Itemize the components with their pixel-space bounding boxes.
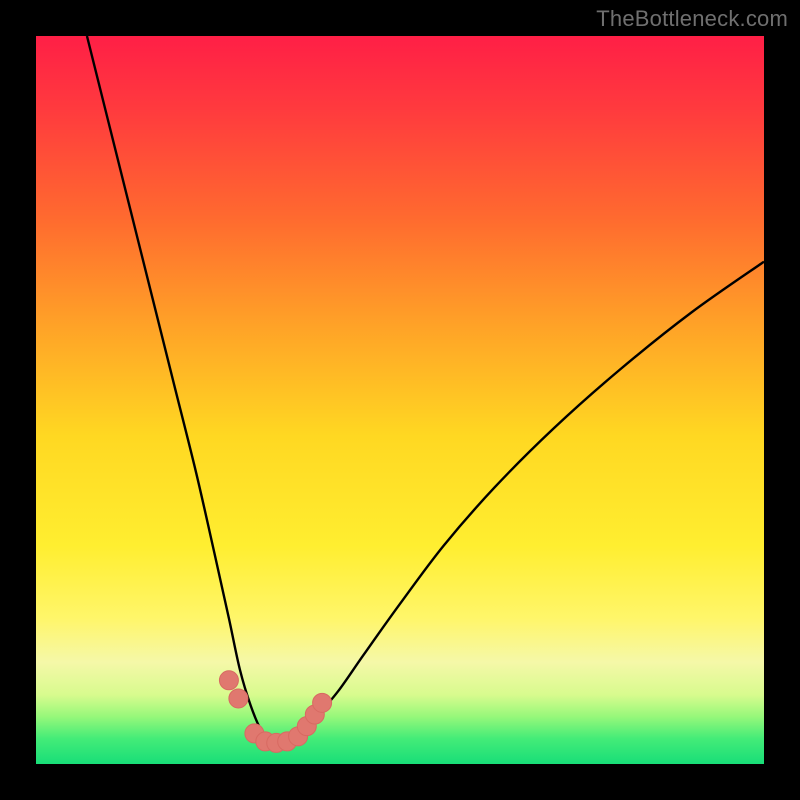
outer-frame: TheBottleneck.com [0, 0, 800, 800]
marker-point [229, 689, 248, 708]
watermark-text: TheBottleneck.com [596, 6, 788, 32]
chart-svg [36, 36, 764, 764]
marker-point [313, 693, 332, 712]
marker-point [219, 671, 238, 690]
chart-plot-area [36, 36, 764, 764]
gradient-background [36, 36, 764, 764]
